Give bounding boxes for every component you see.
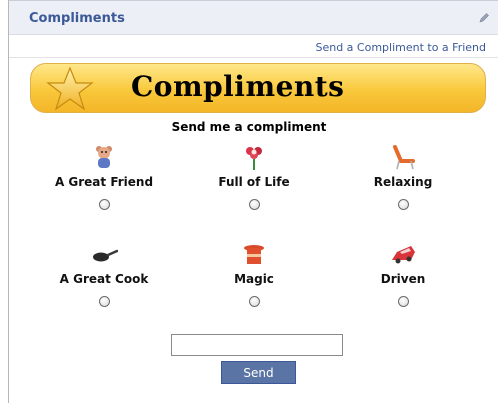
star-icon [46, 66, 94, 111]
box-title: Compliments [29, 11, 125, 26]
option-magic: Magic [184, 240, 324, 307]
send-button[interactable]: Send [221, 361, 296, 384]
red-car-icon [392, 246, 415, 264]
send-compliment-link[interactable]: Send a Compliment to a Friend [315, 41, 486, 54]
teddy-bear-icon [96, 146, 112, 168]
radio-driven[interactable] [397, 296, 409, 307]
option-label: Relaxing [373, 175, 433, 189]
option-driven: Driven [333, 240, 473, 307]
option-label: Full of Life [218, 175, 290, 189]
option-label: Driven [380, 272, 426, 286]
compliments-banner: Compliments [30, 63, 486, 113]
radio-relaxing[interactable] [397, 199, 409, 210]
lounge-chair-icon [393, 145, 415, 170]
subtitle: Send me a compliment [171, 120, 327, 134]
banner-title: Compliments [131, 70, 345, 103]
radio-a-great-friend[interactable] [98, 199, 110, 210]
option-label: A Great Cook [59, 272, 149, 286]
option-a-great-friend: A Great Friend [34, 143, 174, 210]
radio-full-of-life[interactable] [248, 199, 260, 210]
box-header: Compliments [9, 0, 498, 35]
magic-hat-icon [244, 245, 264, 264]
option-label: A Great Friend [54, 175, 154, 189]
option-relaxing: Relaxing [333, 143, 473, 210]
compliment-message-input[interactable] [171, 334, 343, 356]
flower-icon [246, 147, 262, 170]
option-a-great-cook: A Great Cook [34, 240, 174, 307]
pencil-edit-icon[interactable] [478, 12, 490, 24]
option-full-of-life: Full of Life [184, 143, 324, 210]
radio-magic[interactable] [248, 296, 260, 307]
frying-pan-icon [93, 249, 118, 262]
divider [9, 57, 498, 58]
radio-a-great-cook[interactable] [98, 296, 110, 307]
option-label: Magic [234, 272, 274, 286]
